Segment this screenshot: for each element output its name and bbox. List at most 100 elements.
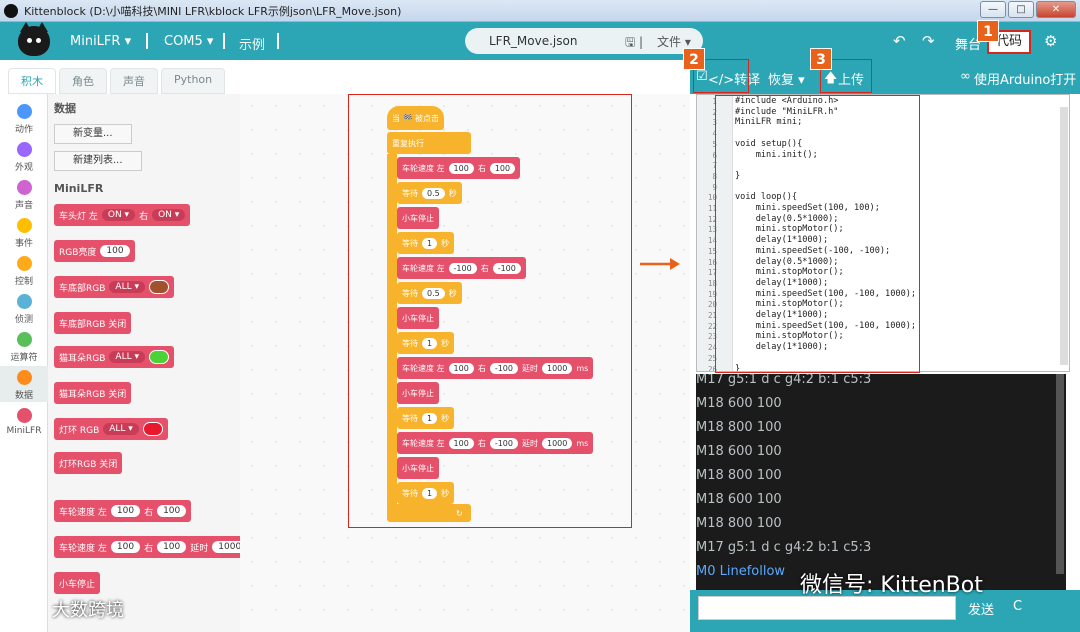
palette-block[interactable]: 小车停止 [54,572,101,594]
category-7[interactable]: 数据 [0,366,48,402]
line-number: 8 [712,171,717,181]
block-field[interactable]: ON ▾ [152,209,186,221]
line-number: 9 [712,182,717,192]
block-label: 小车停止 [59,579,96,590]
serial-input[interactable] [698,596,956,620]
category-dot-icon [16,142,32,157]
redo-icon[interactable]: ↷ [922,32,935,50]
color-swatch[interactable] [148,350,169,364]
filename-box[interactable]: LFR_Move.json 🖫 | 文件 ▾ [465,28,703,54]
block-label: 车头灯 左 [59,211,98,222]
block-label: 车底部RGB 关闭 [59,319,127,330]
new-list-button[interactable]: 新建列表... [54,151,142,171]
undo-icon[interactable]: ↶ [893,32,906,50]
line-number: 15 [707,246,717,256]
arrow-icon [640,258,680,270]
category-6[interactable]: 运算符 [0,328,48,364]
block-field[interactable]: ALL ▾ [109,281,145,293]
block-field: 延时 [190,543,209,554]
palette-block[interactable]: 车头灯 左 ON ▾ 右 ON ▾ [54,204,191,226]
line-number: 26 [707,364,717,372]
line-number: 4 [712,129,717,139]
callout-badge-2: 2 [683,48,705,70]
line-number: 3 [712,118,717,128]
close-button[interactable]: ✕ [1036,1,1076,18]
category-dot-icon [16,294,32,309]
category-label: 事件 [14,239,33,249]
block-field[interactable]: 100 [110,541,141,553]
block-label: 猫耳朵RGB 关闭 [59,389,127,400]
tab-sprites[interactable]: 角色 [59,68,107,94]
save-icon[interactable]: 🖫 | [625,33,643,54]
palette-block[interactable]: 猫耳朵RGB 关闭 [54,382,132,404]
palette-block[interactable]: 猫耳朵RGB ALL ▾ [54,346,174,368]
tab-blocks[interactable]: 积木 [8,68,56,94]
device-menu[interactable]: MiniLFR ▾ [70,34,131,49]
palette-block[interactable]: 灯环 RGB ALL ▾ [54,418,168,440]
clear-button[interactable]: C [1013,599,1022,614]
palette-block[interactable]: 车底部RGB 关闭 [54,312,132,334]
block-field[interactable]: 100 [157,541,187,553]
line-number: 1 [712,97,717,106]
settings-gear-icon[interactable]: ⚙ [1044,32,1057,50]
palette-block[interactable]: 车底部RGB ALL ▾ [54,276,174,298]
category-5[interactable]: 侦测 [0,290,48,326]
line-number: 18 [707,278,717,288]
highlight-frame-blocks [348,94,632,528]
block-field[interactable]: 1000 [212,541,240,553]
category-2[interactable]: 声音 [0,176,48,212]
open-arduino-button[interactable]: 使用Arduino打开 [974,69,1076,88]
app-icon [4,3,18,18]
block-field[interactable]: 100 [110,505,141,517]
category-label: 控制 [14,277,33,287]
kittenblock-logo [18,22,50,56]
block-label: RGB亮度 [59,247,97,258]
line-number: 13 [707,225,717,235]
block-field[interactable]: 100 [100,245,130,257]
console-line: M17 g5:1 d c g4:2 b:1 c5:3 [696,540,872,555]
send-button[interactable]: 发送 [968,599,994,618]
category-dot-icon [16,408,32,423]
new-variable-button[interactable]: 新变量... [54,124,132,144]
color-swatch[interactable] [148,280,169,294]
filename: LFR_Move.json [489,34,578,48]
line-number: 17 [707,268,717,278]
line-number: 14 [707,236,717,246]
category-8[interactable]: MiniLFR [0,404,48,440]
editor-scrollbar[interactable] [1060,107,1068,365]
minimize-button[interactable]: — [980,1,1006,18]
palette-block[interactable]: RGB亮度 100 [54,240,135,262]
block-field[interactable]: ON ▾ [101,209,136,221]
category-4[interactable]: 控制 [0,252,48,288]
category-1[interactable]: 外观 [0,138,48,174]
wechat-watermark: 微信号: KittenBot [800,573,983,598]
block-field[interactable]: 100 [157,505,187,517]
maximize-button[interactable]: □ [1008,1,1034,18]
examples-menu[interactable]: 示例 [239,34,265,53]
palette-block[interactable]: 车轮速度 左 100 右 100 延时 1000 [54,536,240,558]
palette-block[interactable]: 灯环RGB 关闭 [54,452,123,474]
block-field[interactable]: ALL ▾ [109,351,145,363]
palette-block[interactable]: 车轮速度 左 100 右 100 [54,500,192,522]
block-label: 猫耳朵RGB [59,353,106,364]
block-label: 灯环RGB 关闭 [59,459,118,470]
color-swatch[interactable] [142,422,163,436]
category-dot-icon [16,256,32,271]
line-number: 16 [707,257,717,267]
console-scrollbar[interactable] [1056,374,1064,574]
block-field[interactable]: ALL ▾ [103,423,139,435]
arduino-icon: ∞ [960,69,971,84]
data-section-header: 数据 [54,102,76,115]
category-0[interactable]: 动作 [0,100,48,136]
tab-sounds[interactable]: 声音 [110,68,158,94]
port-menu[interactable]: COM5 ▾ [164,34,213,49]
menubar: MiniLFR ▾ COM5 ▾ 示例 LFR_Move.json 🖫 | 文件… [0,20,1080,60]
line-number: 22 [707,321,717,331]
line-number: 25 [707,353,717,363]
tab-python[interactable]: Python [161,68,226,94]
line-number: 10 [707,193,717,203]
restore-menu[interactable]: 恢复 ▾ [768,69,805,88]
line-number: 12 [707,214,717,224]
category-3[interactable]: 事件 [0,214,48,250]
block-label: 车轮速度 左 [59,507,107,518]
